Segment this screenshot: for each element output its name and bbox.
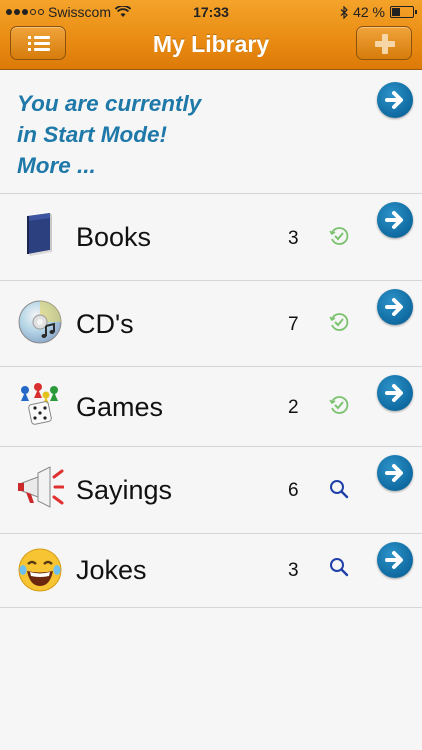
item-label: Sayings [76,475,173,505]
arrow-right-icon [385,298,403,316]
laughing-emoji-icon [18,548,62,592]
battery-icon [390,6,417,18]
item-label: Books [76,222,152,252]
list-item-books[interactable]: Books 3 [0,194,422,281]
check-sync-icon [329,396,349,414]
jokes-detail-button[interactable] [377,542,413,578]
banner-line-1: You are currently [17,91,202,116]
arrow-right-icon [385,211,403,229]
arrow-right-icon [385,91,403,109]
item-label: Jokes [76,555,147,585]
item-count: 6 [288,480,299,501]
navigation-bar: Swisscom 17:33 42 % My Library [0,0,422,70]
list-item-sayings[interactable]: Sayings 6 [0,447,422,534]
arrow-right-icon [385,551,403,569]
banner-line-2: in Start Mode! [17,122,167,147]
list-item-cds[interactable]: CD's 7 [0,281,422,367]
start-mode-message: You are currently in Start Mode! More ..… [17,88,201,181]
check-sync-icon [329,313,349,331]
banner-more-link[interactable]: More ... [17,150,201,181]
cd-icon [18,300,62,344]
plus-icon [375,34,395,54]
battery-percent: 42 % [353,4,385,20]
check-sync-icon [329,227,349,245]
arrow-right-icon [385,464,403,482]
list-item-jokes[interactable]: Jokes 3 [0,534,422,608]
search-icon [330,480,349,499]
item-label: Games [76,392,164,422]
start-mode-banner[interactable]: You are currently in Start Mode! More ..… [0,70,422,194]
cds-detail-button[interactable] [377,289,413,325]
books-detail-button[interactable] [377,202,413,238]
games-detail-button[interactable] [377,375,413,411]
banner-detail-button[interactable] [377,82,413,118]
sayings-detail-button[interactable] [377,455,413,491]
item-count: 2 [288,397,299,418]
list-item-games[interactable]: Games 2 [0,367,422,447]
status-bar: Swisscom 17:33 42 % [0,0,422,24]
megaphone-icon [18,466,64,508]
arrow-right-icon [385,384,403,402]
item-count: 7 [288,314,299,335]
book-icon [27,213,52,256]
board-game-icon [21,383,58,425]
add-button[interactable] [356,26,412,60]
search-icon [330,558,349,577]
item-count: 3 [288,560,299,581]
item-count: 3 [288,228,299,249]
item-label: CD's [76,309,134,339]
bluetooth-icon [340,5,348,19]
